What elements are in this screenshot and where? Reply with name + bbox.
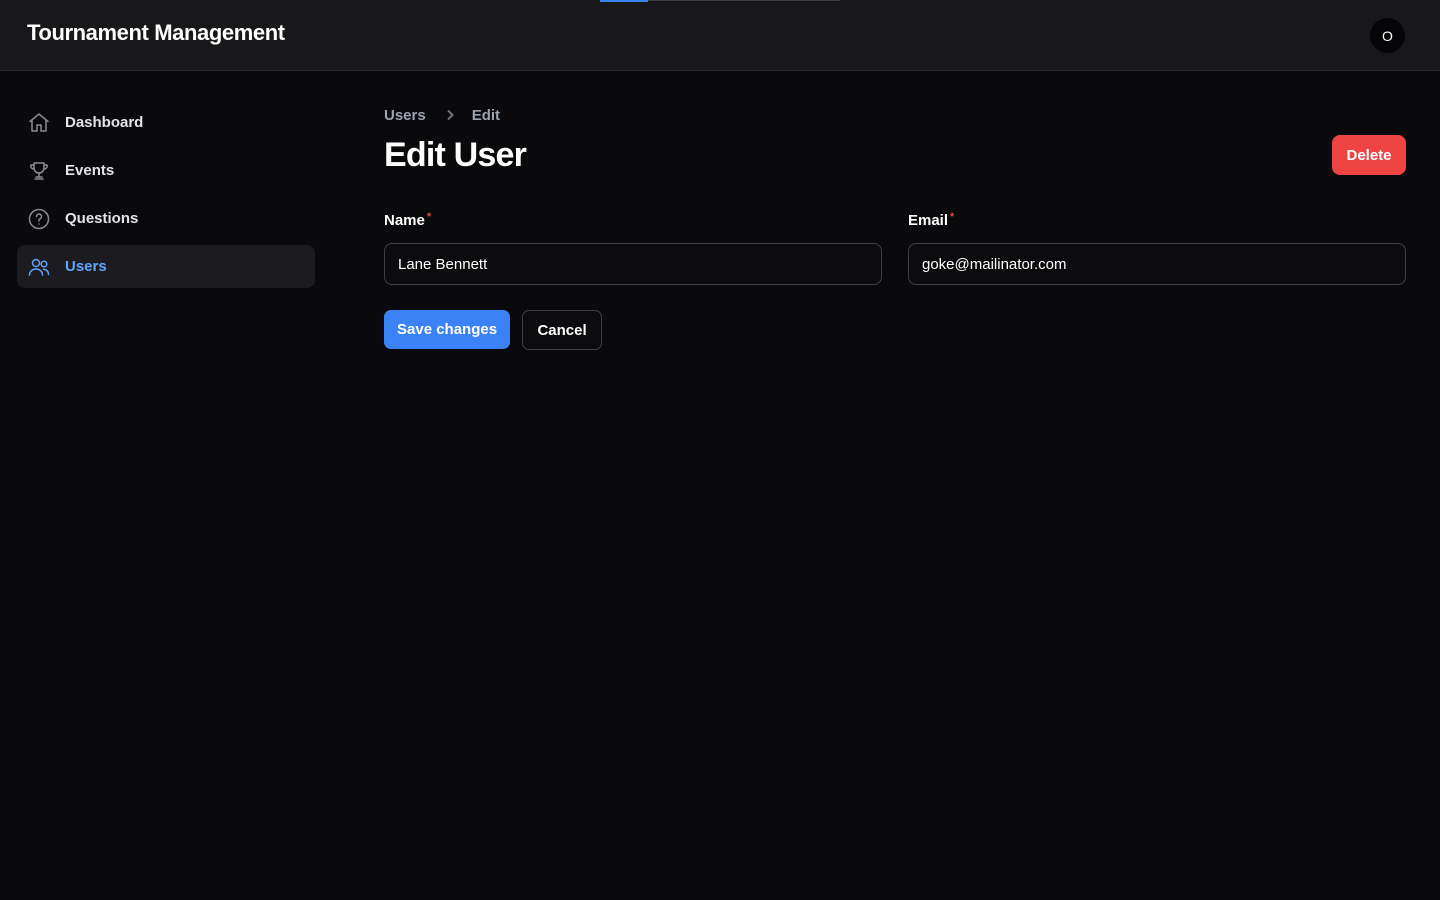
sidebar-item-label: Dashboard [65,114,144,131]
breadcrumb-current: Edit [471,106,501,124]
sidebar-item-label: Users [65,258,107,275]
chevron-right-icon [442,107,458,123]
sidebar-item-label: Questions [65,210,139,227]
required-marker: * [950,211,955,223]
email-field[interactable] [908,243,1406,285]
sidebar-item-users[interactable]: Users [17,245,315,288]
sidebar: Dashboard Events Questions Users [17,101,315,293]
top-bar: Tournament Management O [0,0,1440,71]
required-marker: * [426,211,432,223]
breadcrumb: Users Edit [384,100,1406,130]
trophy-icon [27,159,51,183]
sidebar-item-label: Events [65,162,115,179]
main-content: Users Edit Edit User Delete Name* Email*… [384,100,1406,350]
page-title: Edit User [384,136,527,174]
delete-button[interactable]: Delete [1332,135,1406,175]
question-circle-icon [27,207,51,231]
sidebar-item-events[interactable]: Events [17,149,315,192]
sidebar-item-questions[interactable]: Questions [17,197,315,240]
users-icon [27,255,51,279]
name-label-text: Name [384,212,425,229]
home-icon [27,111,51,135]
edit-user-form: Name* Email* [384,212,1406,285]
email-label: Email * [908,212,1406,234]
email-field-group: Email * [908,212,1406,285]
loading-bar [600,0,840,2]
name-label: Name * [384,212,882,234]
avatar[interactable]: O [1370,18,1405,53]
form-actions: Save changes Cancel [384,310,603,350]
email-label-text: Email [908,212,949,229]
loading-bar-fill [600,0,648,2]
name-field[interactable] [384,243,882,285]
app-title: Tournament Management [27,20,285,45]
cancel-button[interactable]: Cancel [522,310,603,350]
save-button[interactable]: Save changes [384,310,511,349]
breadcrumb-users-link[interactable]: Users [384,107,426,124]
sidebar-item-dashboard[interactable]: Dashboard [17,101,315,144]
name-field-group: Name * [384,212,882,285]
